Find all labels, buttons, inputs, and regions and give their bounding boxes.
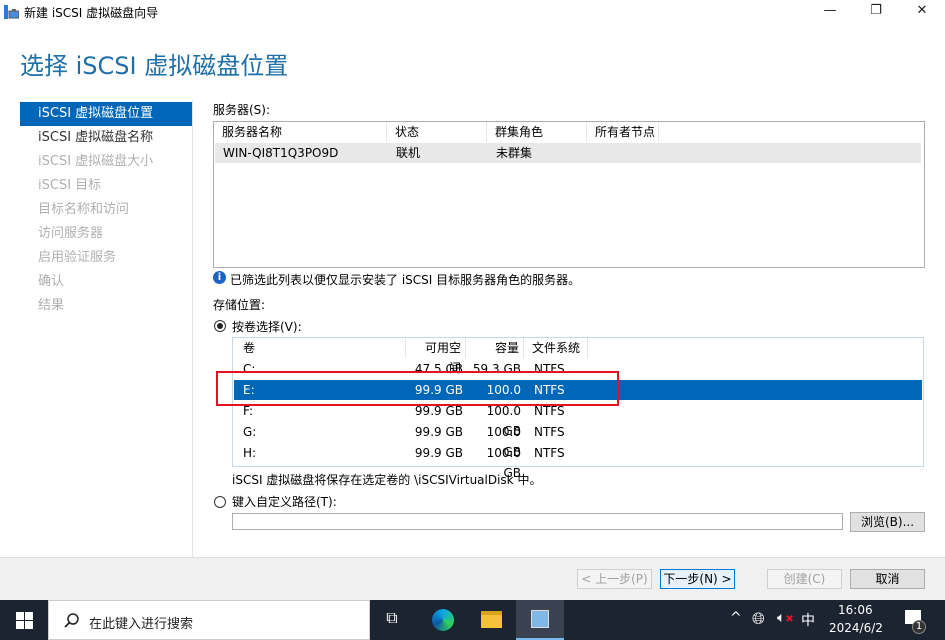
- info-icon: i: [213, 271, 226, 284]
- file-explorer-icon[interactable]: [481, 611, 502, 628]
- by-volume-radio[interactable]: [214, 320, 226, 332]
- server-row[interactable]: WIN-QI8T1Q3PO9D 联机 未群集: [215, 143, 921, 163]
- browse-button[interactable]: 浏览(B)...: [850, 512, 925, 532]
- info-text: 已筛选此列表以便仅显示安装了 iSCSI 目标服务器角色的服务器。: [230, 273, 581, 287]
- divider: [192, 100, 193, 557]
- server-column-header[interactable]: 所有者节点: [587, 122, 659, 142]
- volume-note: iSCSI 虚拟磁盘将保存在选定卷的 \iSCSIVirtualDisk 中。: [232, 473, 542, 487]
- volume-cell: NTFS: [534, 446, 565, 460]
- volume-cell: G:: [243, 425, 257, 439]
- clock-date[interactable]: 2024/6/2: [829, 621, 883, 635]
- nav-item: 结果: [38, 298, 65, 313]
- wizard-taskbar-button[interactable]: [516, 600, 564, 640]
- nav-item: 确认: [38, 274, 65, 289]
- notification-count-badge: 1: [912, 620, 926, 634]
- title-bar: 新建 iSCSI 虚拟磁盘向导 — ❐ ✕: [0, 0, 945, 24]
- search-icon: [64, 613, 79, 628]
- volume-cell: 99.9 GB: [414, 446, 463, 460]
- custom-path-label[interactable]: 键入自定义路径(T):: [232, 493, 337, 510]
- cancel-button[interactable]: 取消: [850, 569, 925, 589]
- nav-item: 目标名称和访问: [38, 202, 130, 217]
- volume-column-header[interactable]: 容量: [466, 338, 524, 358]
- clock-time[interactable]: 16:06: [838, 603, 873, 617]
- minimize-button[interactable]: —: [807, 0, 853, 24]
- servers-label: 服务器(S):: [213, 103, 271, 117]
- wizard-app-icon: [4, 5, 19, 19]
- taskbar-search-box[interactable]: 在此键入进行搜索: [48, 600, 370, 640]
- volume-row[interactable]: H: 99.9 GB 100.0 GB NTFS: [234, 443, 922, 480]
- page-title: 选择 iSCSI 虚拟磁盘位置: [20, 52, 289, 80]
- volume-column-header[interactable]: 可用空间: [406, 338, 466, 375]
- volume-cell: 99.9 GB: [414, 425, 463, 439]
- taskbar: 在此键入进行搜索 ⧉ ^ 🌐︎ 🔈︎✖ 中 16:06 2024/6/2 1: [0, 600, 945, 640]
- volume-row[interactable]: G: 99.9 GB 100.0 GB NTFS: [234, 422, 922, 459]
- window-title: 新建 iSCSI 虚拟磁盘向导: [24, 6, 159, 20]
- create-button[interactable]: 创建(C): [767, 569, 842, 589]
- volume-cell: H:: [243, 446, 257, 460]
- nav-item: 启用验证服务: [38, 250, 117, 265]
- custom-path-input[interactable]: [232, 513, 843, 530]
- ime-indicator[interactable]: 中: [801, 610, 815, 630]
- highlight-box: [216, 371, 619, 406]
- volume-column-header[interactable]: 文件系统: [524, 338, 588, 358]
- nav-item[interactable]: iSCSI 虚拟磁盘名称: [20, 126, 192, 150]
- network-globe-icon[interactable]: 🌐︎: [752, 609, 765, 629]
- task-view-icon[interactable]: ⧉: [380, 608, 404, 632]
- custom-path-radio[interactable]: [214, 496, 226, 508]
- server-column-header[interactable]: 服务器名称: [214, 122, 387, 142]
- edge-icon[interactable]: [432, 609, 454, 631]
- server-cell: 未群集: [496, 146, 533, 160]
- maximize-button[interactable]: ❐: [853, 0, 899, 24]
- server-manager-icon: [531, 610, 549, 628]
- close-button[interactable]: ✕: [899, 0, 945, 24]
- nav-item: iSCSI 目标: [38, 178, 102, 193]
- nav-item[interactable]: iSCSI 虚拟磁盘位置: [20, 102, 192, 126]
- volume-muted-icon[interactable]: 🔈︎✖: [777, 610, 794, 626]
- server-cell: 联机: [396, 146, 421, 160]
- prev-button[interactable]: < 上一步(P): [577, 569, 652, 589]
- volume-column-header[interactable]: 卷: [233, 338, 406, 358]
- nav-item: 访问服务器: [38, 226, 104, 241]
- next-button[interactable]: 下一步(N) >: [660, 569, 735, 589]
- server-cell: WIN-QI8T1Q3PO9D: [223, 146, 339, 160]
- nav-item: iSCSI 虚拟磁盘大小: [38, 154, 154, 169]
- servers-list[interactable]: 服务器名称 状态 群集角色 所有者节点 WIN-QI8T1Q3PO9D 联机 未群集: [213, 121, 925, 268]
- by-volume-label[interactable]: 按卷选择(V):: [232, 318, 302, 335]
- storage-label: 存储位置:: [213, 298, 266, 312]
- windows-start-icon[interactable]: [16, 612, 33, 629]
- server-column-header[interactable]: 群集角色: [487, 122, 587, 142]
- tray-chevron-up-icon[interactable]: ^: [730, 610, 742, 626]
- search-placeholder: 在此键入进行搜索: [89, 617, 194, 632]
- volume-cell: NTFS: [534, 425, 565, 439]
- server-column-header[interactable]: 状态: [387, 122, 487, 142]
